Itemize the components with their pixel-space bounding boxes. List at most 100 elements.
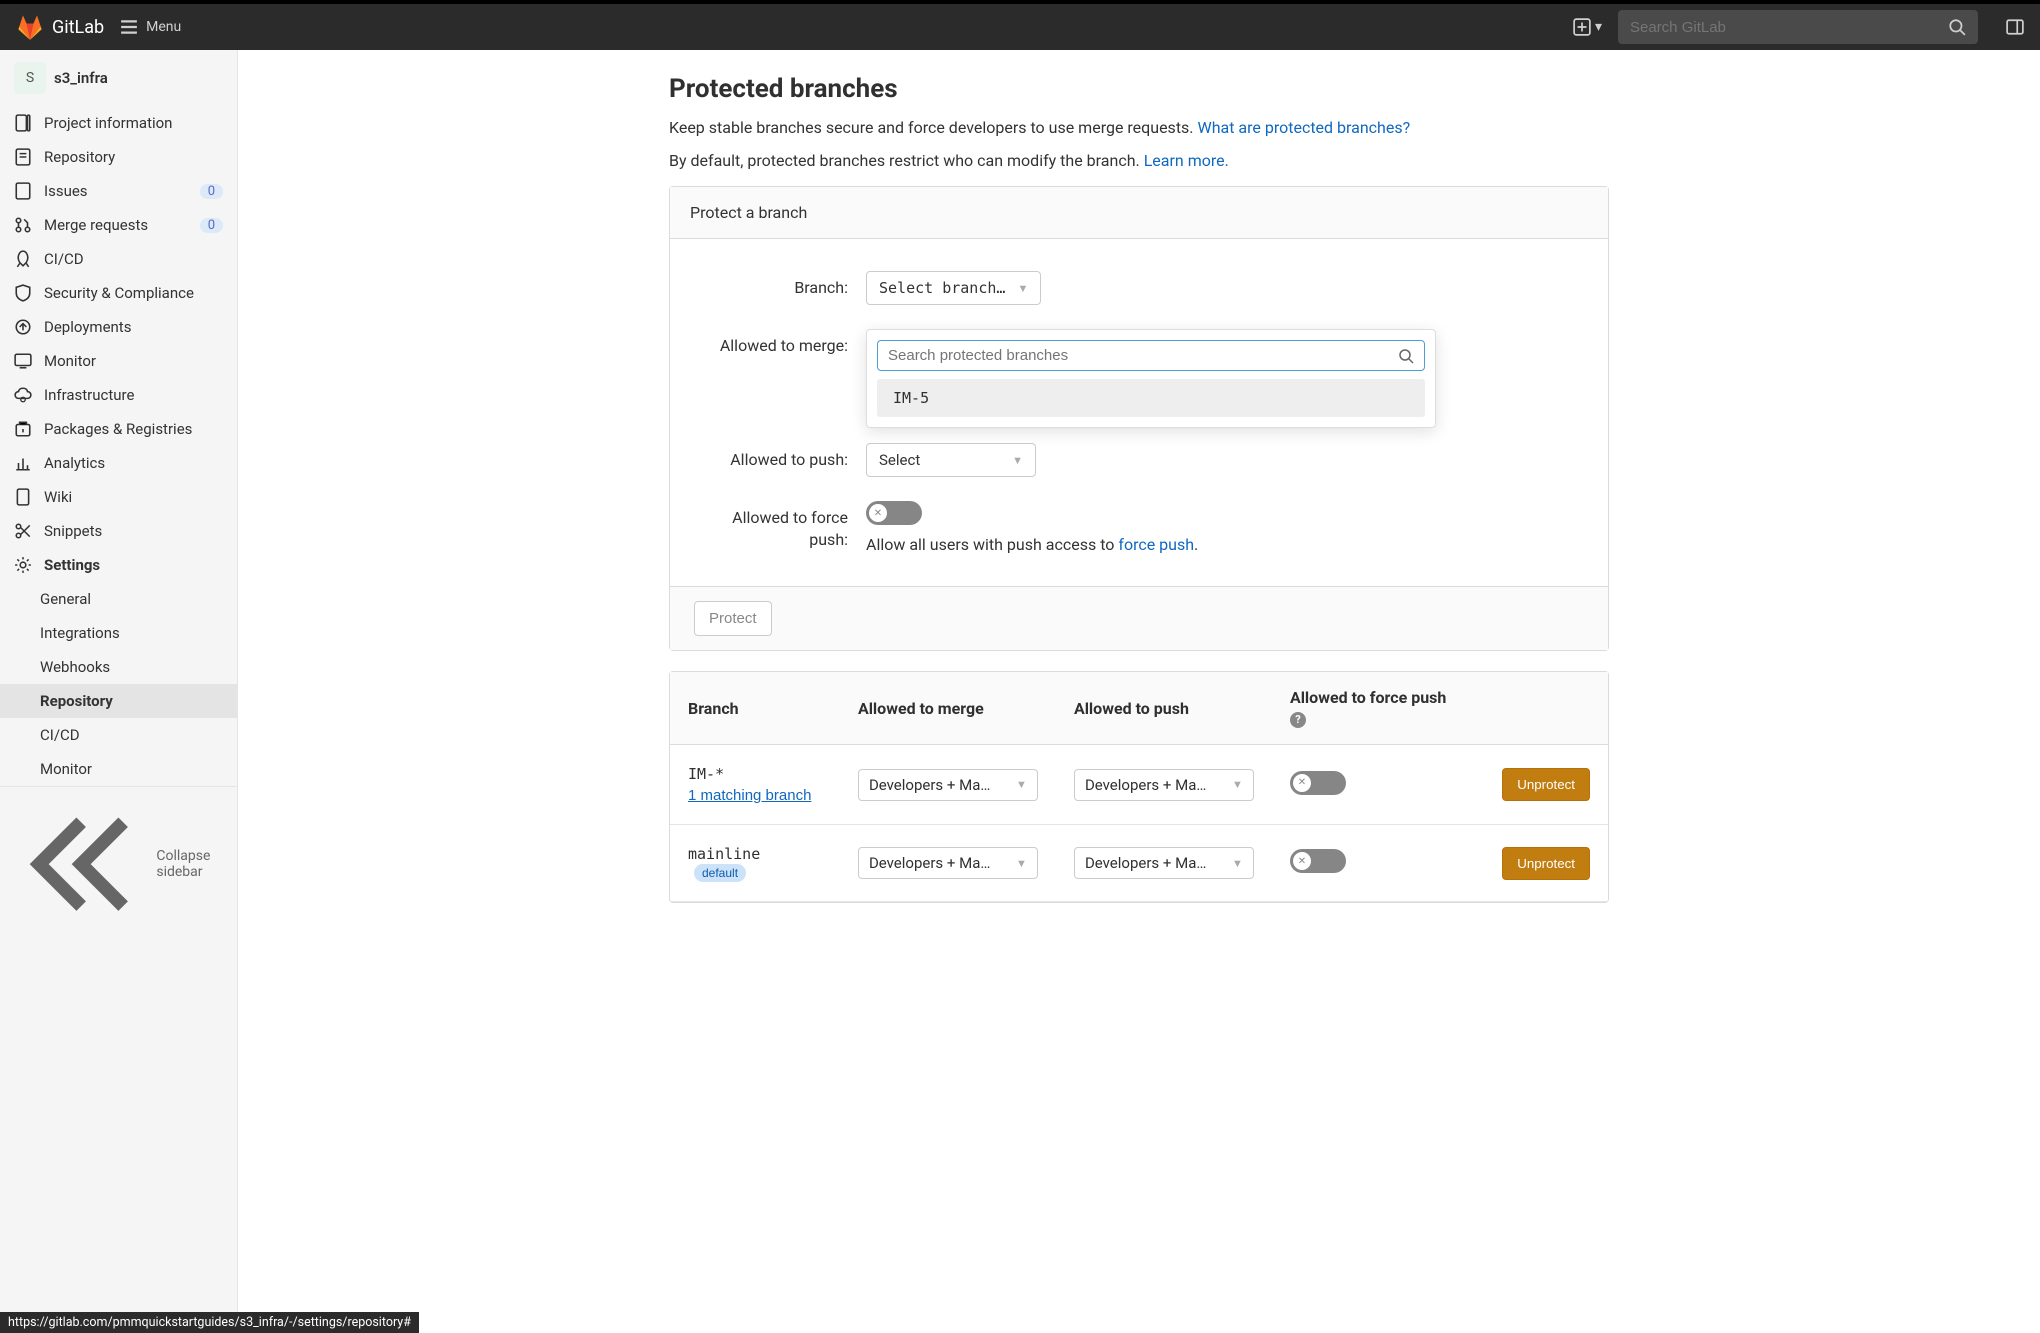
info-icon: [14, 114, 32, 132]
settings-sub-webhooks[interactable]: Webhooks: [0, 650, 237, 684]
close-icon: ✕: [1293, 852, 1311, 870]
protect-button[interactable]: Protect: [694, 601, 772, 636]
repo-icon: [14, 148, 32, 166]
shield-icon: [14, 284, 32, 302]
search-input[interactable]: [1630, 19, 1948, 36]
settings-sub-general[interactable]: General: [0, 582, 237, 616]
chevron-down-icon: ▼: [1012, 454, 1023, 467]
sidebar-item-deployments[interactable]: Deployments: [0, 310, 237, 344]
menu-label: Menu: [146, 19, 181, 35]
sidebar-label: Packages & Registries: [44, 420, 192, 438]
link-learn-more[interactable]: Learn more.: [1144, 151, 1229, 170]
settings-sub-repository[interactable]: Repository: [0, 684, 237, 718]
browser-statusbar: https://gitlab.com/pmmquickstartguides/s…: [0, 1312, 419, 1333]
page-desc-1: Keep stable branches secure and force de…: [669, 118, 1609, 137]
book-icon: [14, 488, 32, 506]
sidebar-label: Snippets: [44, 522, 102, 540]
chevron-double-left-icon: [14, 797, 148, 931]
sidebar-item-cicd[interactable]: CI/CD: [0, 242, 237, 276]
sidebar-item-analytics[interactable]: Analytics: [0, 446, 237, 480]
sidebar-label: Repository: [44, 148, 115, 166]
close-icon: ✕: [1293, 774, 1311, 792]
global-search[interactable]: [1618, 10, 1978, 44]
chevron-down-icon: ▼: [1016, 778, 1027, 791]
sidebar-label: Monitor: [44, 352, 96, 370]
col-merge: Allowed to merge: [840, 672, 1056, 745]
link-force-push[interactable]: force push: [1118, 535, 1194, 554]
force-push-help: Allow all users with push access to forc…: [866, 535, 1580, 554]
sidebar-item-project-information[interactable]: Project information: [0, 106, 237, 140]
package-icon: [14, 420, 32, 438]
sidebar-label: Project information: [44, 114, 172, 132]
sidebar-item-snippets[interactable]: Snippets: [0, 514, 237, 548]
sidebar-item-wiki[interactable]: Wiki: [0, 480, 237, 514]
menu-button[interactable]: Menu: [120, 18, 181, 36]
row-push-dropdown[interactable]: Developers + Ma…▼: [1074, 769, 1254, 801]
chevron-down-icon: ▼: [1232, 778, 1243, 791]
sidebar-label: Analytics: [44, 454, 105, 472]
force-push-toggle[interactable]: ✕: [866, 501, 922, 525]
branch-search-dropdown: IM-5: [866, 329, 1436, 428]
sidebar-label: Settings: [44, 556, 100, 574]
sidebar-item-security[interactable]: Security & Compliance: [0, 276, 237, 310]
gitlab-logo[interactable]: GitLab: [16, 13, 104, 41]
help-icon[interactable]: ?: [1290, 712, 1306, 728]
sidebar-label: Merge requests: [44, 216, 148, 234]
settings-sub-monitor[interactable]: Monitor: [0, 752, 237, 786]
sidebar-item-repository[interactable]: Repository: [0, 140, 237, 174]
gear-icon: [14, 556, 32, 574]
mr-count: 0: [200, 218, 223, 233]
search-icon: [1398, 348, 1414, 364]
push-dropdown[interactable]: Select▼: [866, 443, 1036, 477]
collapse-label: Collapse sidebar: [156, 848, 223, 880]
protect-branch-panel: Protect a branch Branch: Select branch…▼…: [669, 186, 1609, 651]
branch-label: Branch:: [698, 271, 866, 299]
sidebar-item-infrastructure[interactable]: Infrastructure: [0, 378, 237, 412]
sidebar: S s3_infra Project information Repositor…: [0, 50, 238, 1333]
sidebar-label: Infrastructure: [44, 386, 134, 404]
chevron-down-icon: ▼: [1017, 282, 1028, 295]
row-force-push-toggle[interactable]: ✕: [1290, 771, 1346, 795]
issues-count: 0: [200, 184, 223, 199]
project-header[interactable]: S s3_infra: [0, 50, 237, 106]
settings-sub-integrations[interactable]: Integrations: [0, 616, 237, 650]
sidebar-item-monitor[interactable]: Monitor: [0, 344, 237, 378]
table-row: IM-*1 matching branch Developers + Ma…▼ …: [670, 745, 1608, 825]
sidebar-label: Issues: [44, 182, 88, 200]
branch-name: IM-*: [688, 765, 724, 783]
branch-name: mainline: [688, 845, 760, 863]
row-merge-dropdown[interactable]: Developers + Ma…▼: [858, 847, 1038, 879]
link-what-are-protected[interactable]: What are protected branches?: [1198, 118, 1411, 137]
scissors-icon: [14, 522, 32, 540]
new-dropdown[interactable]: ▾: [1573, 18, 1602, 36]
main-content: Protected branches Keep stable branches …: [238, 50, 2040, 1333]
sidebar-item-merge-requests[interactable]: Merge requests 0: [0, 208, 237, 242]
branch-option[interactable]: IM-5: [877, 379, 1425, 417]
sidebar-label: CI/CD: [44, 250, 84, 268]
sidebar-item-issues[interactable]: Issues 0: [0, 174, 237, 208]
branch-dropdown[interactable]: Select branch…▼: [866, 271, 1041, 305]
product-name: GitLab: [52, 17, 104, 38]
row-force-push-toggle[interactable]: ✕: [1290, 849, 1346, 873]
branch-search-box[interactable]: [877, 340, 1425, 371]
chevron-down-icon: ▾: [1595, 19, 1602, 35]
settings-sub-cicd[interactable]: CI/CD: [0, 718, 237, 752]
unprotect-button[interactable]: Unprotect: [1502, 768, 1590, 801]
top-nav: GitLab Menu ▾: [0, 0, 2040, 50]
col-push: Allowed to push: [1056, 672, 1272, 745]
sidebar-label: Security & Compliance: [44, 284, 194, 302]
row-merge-dropdown[interactable]: Developers + Ma…▼: [858, 769, 1038, 801]
matching-branch-link[interactable]: 1 matching branch: [688, 787, 822, 804]
cloud-cog-icon: [14, 386, 32, 404]
merge-icon: [14, 216, 32, 234]
collapse-sidebar[interactable]: Collapse sidebar: [0, 786, 237, 941]
sidebar-item-settings[interactable]: Settings: [0, 548, 237, 582]
panel-icon[interactable]: [2006, 18, 2024, 36]
row-push-dropdown[interactable]: Developers + Ma…▼: [1074, 847, 1254, 879]
sidebar-item-packages[interactable]: Packages & Registries: [0, 412, 237, 446]
page-title: Protected branches: [669, 74, 1609, 104]
branch-search-input[interactable]: [888, 347, 1398, 364]
hamburger-icon: [120, 18, 138, 36]
unprotect-button[interactable]: Unprotect: [1502, 847, 1590, 880]
sidebar-label: Wiki: [44, 488, 72, 506]
